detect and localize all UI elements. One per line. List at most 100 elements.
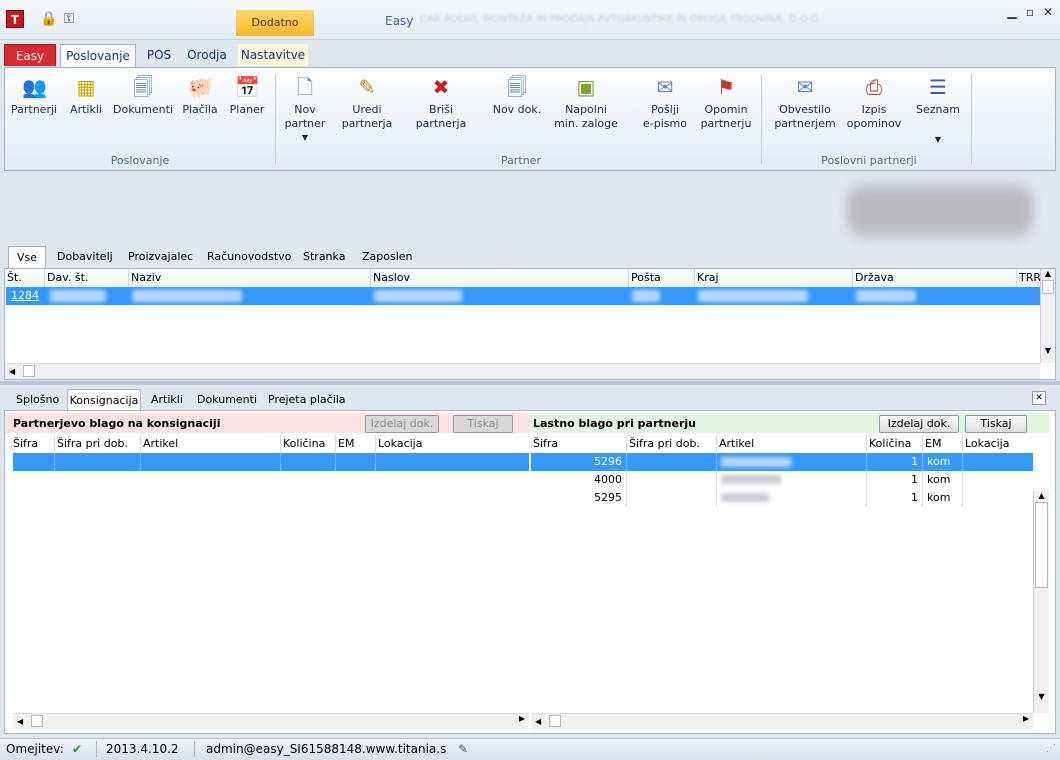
tab-zaposlen[interactable]: Zaposlen — [362, 246, 413, 268]
tab-artikli[interactable]: Artikli — [151, 389, 183, 411]
tab-konsignacija[interactable]: Konsignacija — [67, 389, 141, 411]
payments-icon: 🐖 — [188, 75, 213, 99]
scroll-thumb[interactable] — [22, 365, 35, 377]
tiskaj-button[interactable]: Tiskaj — [965, 415, 1027, 433]
column-header-sifra-pri-dob[interactable]: Šifra pri dob. — [627, 435, 717, 453]
scroll-thumb[interactable] — [1042, 280, 1054, 294]
close-panel-icon[interactable]: ✕ — [1032, 391, 1046, 405]
articles-icon: ▦ — [76, 75, 96, 99]
column-header-lokacija[interactable]: Lokacija — [376, 435, 526, 453]
window-subtitle: CAR AUDIO, MONTAŽA IN PRODAJA AVTOAKUSTI… — [420, 14, 821, 25]
scroll-thumb[interactable] — [548, 715, 561, 727]
app-logo-icon[interactable]: T — [6, 10, 24, 28]
redacted-cell — [50, 290, 106, 302]
tab-vse[interactable]: Vse — [8, 246, 46, 268]
user-key-icon[interactable]: ⚿ — [60, 10, 78, 28]
column-header-trr[interactable]: TRR — [1017, 269, 1041, 287]
column-header-kolicina[interactable]: Količina — [281, 435, 336, 453]
izpis-opominov-button[interactable]: ⎙ Izpis opominov — [845, 74, 903, 131]
tab-nastavitve[interactable]: Nastavitve — [238, 44, 308, 66]
column-header-sifra[interactable]: Šifra — [531, 435, 627, 453]
scroll-thumb[interactable] — [30, 715, 43, 727]
delete-icon: ✖ — [432, 75, 450, 99]
nov-partner-button[interactable]: 🗋 Nov partner ▼ — [281, 74, 329, 145]
izdelaj-dok-button[interactable]: Izdelaj dok. — [365, 415, 439, 433]
seznam-button[interactable]: ☰ Seznam ▼ — [913, 74, 963, 147]
tab-easy[interactable]: Easy — [4, 44, 56, 66]
scroll-right-icon[interactable]: ▶ — [519, 714, 525, 723]
column-header-naslov[interactable]: Naslov — [371, 269, 629, 287]
scroll-left-icon[interactable]: ◀ — [17, 717, 23, 726]
column-header-posta[interactable]: Pošta — [629, 269, 695, 287]
scroll-left-icon[interactable]: ◀ — [9, 367, 15, 376]
column-header-sifra[interactable]: Šifra — [11, 435, 55, 453]
column-header-st[interactable]: Št. — [5, 269, 45, 287]
horizontal-scrollbar[interactable]: ◀ ▶ — [531, 713, 1033, 729]
poslji-epismo-button[interactable]: ✉ Pošlji e-pismo — [637, 74, 693, 131]
column-header-sifra-pri-dob[interactable]: Šifra pri dob. — [55, 435, 141, 453]
scroll-down-icon[interactable]: ▼ — [1041, 346, 1055, 355]
scroll-up-icon[interactable]: ▲ — [1034, 491, 1049, 500]
redacted-cell — [856, 290, 916, 302]
calendar-icon: 📅 — [235, 75, 260, 99]
izdelaj-dok-button[interactable]: Izdelaj dok. — [879, 415, 959, 433]
column-header-artikel[interactable]: Artikel — [717, 435, 867, 453]
dokumenti-button[interactable]: 🗐 Dokumenti — [113, 74, 173, 117]
column-header-kolicina[interactable]: Količina — [867, 435, 923, 453]
column-header-artikel[interactable]: Artikel — [141, 435, 281, 453]
horizontal-scrollbar[interactable]: ◀ — [5, 363, 1040, 379]
splitter[interactable] — [0, 381, 1060, 385]
scroll-thumb[interactable] — [1035, 502, 1048, 588]
opomin-partnerju-button[interactable]: ⚑ Opomin partnerju — [697, 74, 755, 131]
table-row[interactable] — [13, 453, 529, 471]
tiskaj-button[interactable]: Tiskaj — [453, 415, 513, 433]
edit-connection-icon[interactable]: ✎ — [458, 739, 468, 759]
artikli-button[interactable]: ▦ Artikli — [63, 74, 109, 117]
partner-grid[interactable]: Št. Dav. št. Naziv Naslov Pošta Kraj Drž… — [4, 268, 1056, 380]
column-header-em[interactable]: EM — [336, 435, 376, 453]
table-row[interactable]: 5296 1 kom — [531, 453, 1033, 471]
placila-button[interactable]: 🐖 Plačila — [179, 74, 221, 117]
column-header-naziv[interactable]: Naziv — [129, 269, 371, 287]
nov-dok-button[interactable]: 🗐 Nov dok. — [489, 74, 545, 117]
vertical-scrollbar[interactable]: ▲ ▼ — [1040, 269, 1055, 363]
napolni-min-zaloge-button[interactable]: ▣ Napolni min. zaloge — [553, 74, 619, 131]
vertical-scrollbar[interactable]: ▲ ▼ — [1033, 491, 1049, 713]
tab-pos[interactable]: POS — [140, 44, 178, 66]
scroll-down-icon[interactable]: ▼ — [1034, 692, 1049, 701]
minimize-icon[interactable]: ▁ — [1004, 4, 1020, 20]
column-header-drzava[interactable]: Država — [853, 269, 1017, 287]
table-row[interactable] — [6, 287, 1040, 305]
column-header-dav-st[interactable]: Dav. št. — [45, 269, 129, 287]
partnerji-button[interactable]: 👥 Partnerji — [11, 74, 57, 117]
tab-dokumenti[interactable]: Dokumenti — [197, 389, 257, 411]
column-header-em[interactable]: EM — [923, 435, 963, 453]
scroll-right-icon[interactable]: ▶ — [1023, 714, 1029, 723]
scroll-left-icon[interactable]: ◀ — [535, 717, 541, 726]
table-row[interactable]: 4000 1 kom — [531, 471, 1033, 489]
version-text: 2013.4.10.2 — [106, 742, 179, 756]
tab-stranka[interactable]: Stranka — [303, 246, 345, 268]
tab-proizvajalec[interactable]: Proizvajalec — [128, 246, 193, 268]
column-header-lokacija[interactable]: Lokacija — [963, 435, 1033, 453]
scroll-up-icon[interactable]: ▲ — [1041, 269, 1055, 278]
partner-number-link[interactable]: 1284 — [11, 289, 39, 302]
obvestilo-partnerjem-button[interactable]: ✉ Obvestilo partnerjem — [771, 74, 839, 131]
column-header-kraj[interactable]: Kraj — [695, 269, 853, 287]
planer-button[interactable]: 📅 Planer — [227, 74, 267, 117]
tab-orodja[interactable]: Orodja — [182, 44, 232, 66]
resize-grip-icon[interactable]: ⋰ — [1046, 739, 1056, 759]
maximize-icon[interactable]: ▫ — [1022, 4, 1038, 20]
tab-splosno[interactable]: Splošno — [16, 389, 59, 411]
tab-racunovodstvo[interactable]: Računovodstvo — [207, 246, 291, 268]
horizontal-scrollbar[interactable]: ◀ ▶ — [13, 713, 529, 729]
tab-dobavitelj[interactable]: Dobavitelj — [57, 246, 113, 268]
brisi-partnerja-button[interactable]: ✖ Briši partnerja — [411, 74, 471, 131]
uredi-partnerja-button[interactable]: ✎ Uredi partnerja — [337, 74, 397, 131]
close-icon[interactable]: ✕ — [1040, 4, 1056, 20]
tab-poslovanje[interactable]: Poslovanje — [60, 44, 136, 68]
table-row[interactable]: 5295 1 kom — [531, 489, 1033, 507]
partners-icon: 👥 — [22, 75, 47, 99]
lock-icon[interactable]: 🔒 — [40, 10, 58, 28]
tab-prejeta-placila[interactable]: Prejeta plačila — [268, 389, 346, 411]
